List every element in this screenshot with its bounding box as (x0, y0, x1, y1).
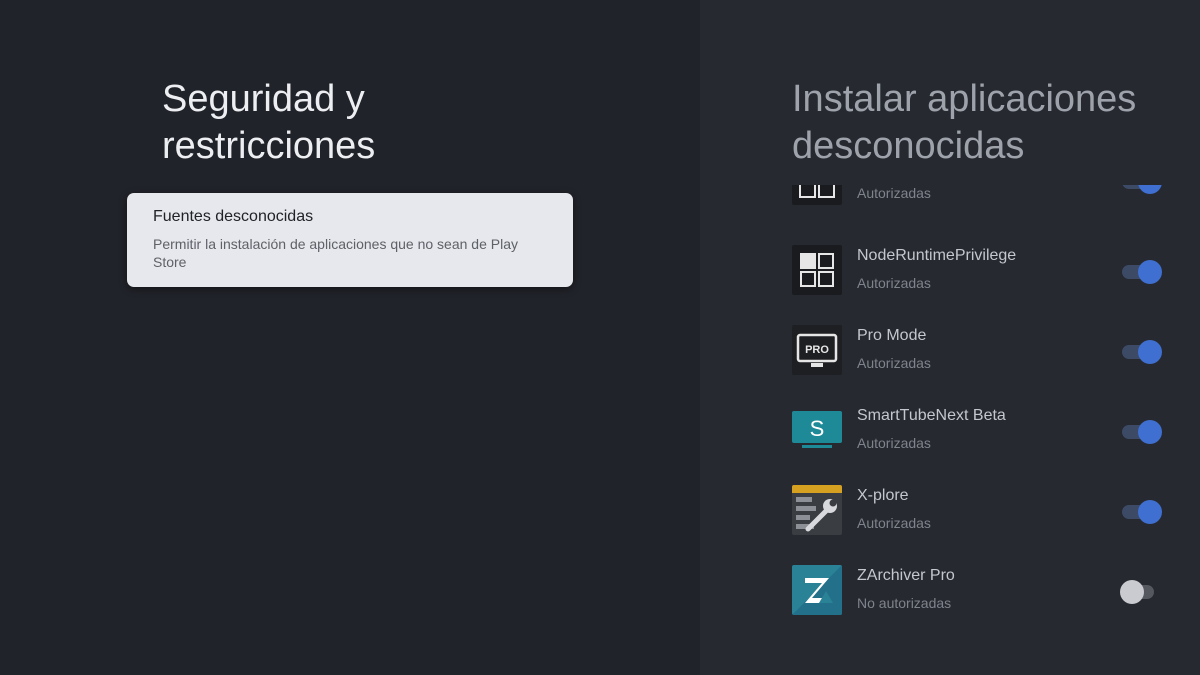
toggle-thumb (1138, 420, 1162, 444)
app-row[interactable]: X-plore Autorizadas (700, 485, 1200, 565)
toggle-thumb (1138, 340, 1162, 364)
unknown-sources-item[interactable]: Fuentes desconocidas Permitir la instala… (127, 193, 573, 287)
app-row[interactable]: S SmartTubeNext Beta Autorizadas (700, 405, 1200, 485)
install-permission-toggle[interactable] (1120, 258, 1164, 286)
app-name: SmartTubeNext Beta (857, 407, 1006, 424)
app-status: No autorizadas (857, 595, 952, 611)
xplore-wrench-icon (792, 485, 842, 535)
pro-icon-text: PRO (805, 344, 829, 356)
app-list[interactable]: Autorizadas NodeRuntimePrivilege Autoriz… (700, 185, 1200, 675)
app-name: ZArchiver Pro (857, 567, 955, 584)
grid-app-icon (792, 185, 842, 205)
app-row[interactable]: Autorizadas (700, 185, 1200, 235)
panel-title: Instalar aplicaciones desconocidas (792, 76, 1192, 170)
app-row[interactable]: NodeRuntimePrivilege Autorizadas (700, 245, 1200, 325)
grid-app-icon (792, 245, 842, 295)
app-status: Autorizadas (857, 435, 931, 451)
panel-title-line-2: desconocidas (792, 125, 1025, 167)
toggle-thumb (1138, 185, 1162, 194)
app-status: Autorizadas (857, 355, 931, 371)
unknown-sources-description: Permitir la instalación de aplicaciones … (153, 236, 518, 270)
app-row[interactable]: ZArchiver Pro No autorizadas (700, 565, 1200, 645)
app-status: Autorizadas (857, 185, 931, 201)
page-title-line-1: Seguridad y (162, 78, 365, 120)
app-name: NodeRuntimePrivilege (857, 247, 1017, 264)
smarttube-icon-letter: S (810, 416, 825, 441)
app-name: Pro Mode (857, 327, 927, 344)
app-name: X-plore (857, 487, 909, 504)
app-status: Autorizadas (857, 275, 931, 291)
app-status: Autorizadas (857, 515, 931, 531)
panel-title-line-1: Instalar aplicaciones (792, 78, 1137, 120)
toggle-thumb (1120, 580, 1144, 604)
settings-category-pane: Seguridad y restricciones Fuentes descon… (0, 0, 700, 675)
smarttube-icon: S (792, 405, 842, 455)
install-unknown-apps-pane: Instalar aplicaciones desconocidas Autor… (700, 0, 1200, 675)
page-title-line-2: restricciones (162, 125, 376, 167)
toggle-thumb (1138, 500, 1162, 524)
install-permission-toggle[interactable] (1120, 418, 1164, 446)
page-title: Seguridad y restricciones (162, 76, 582, 170)
zarchiver-icon (792, 565, 842, 615)
install-permission-toggle[interactable] (1120, 498, 1164, 526)
app-row[interactable]: PRO Pro Mode Autorizadas (700, 325, 1200, 405)
pro-monitor-icon: PRO (792, 325, 842, 375)
install-permission-toggle[interactable] (1120, 578, 1164, 606)
toggle-thumb (1138, 260, 1162, 284)
unknown-sources-title: Fuentes desconocidas (153, 208, 314, 225)
install-permission-toggle[interactable] (1120, 185, 1164, 196)
install-permission-toggle[interactable] (1120, 338, 1164, 366)
